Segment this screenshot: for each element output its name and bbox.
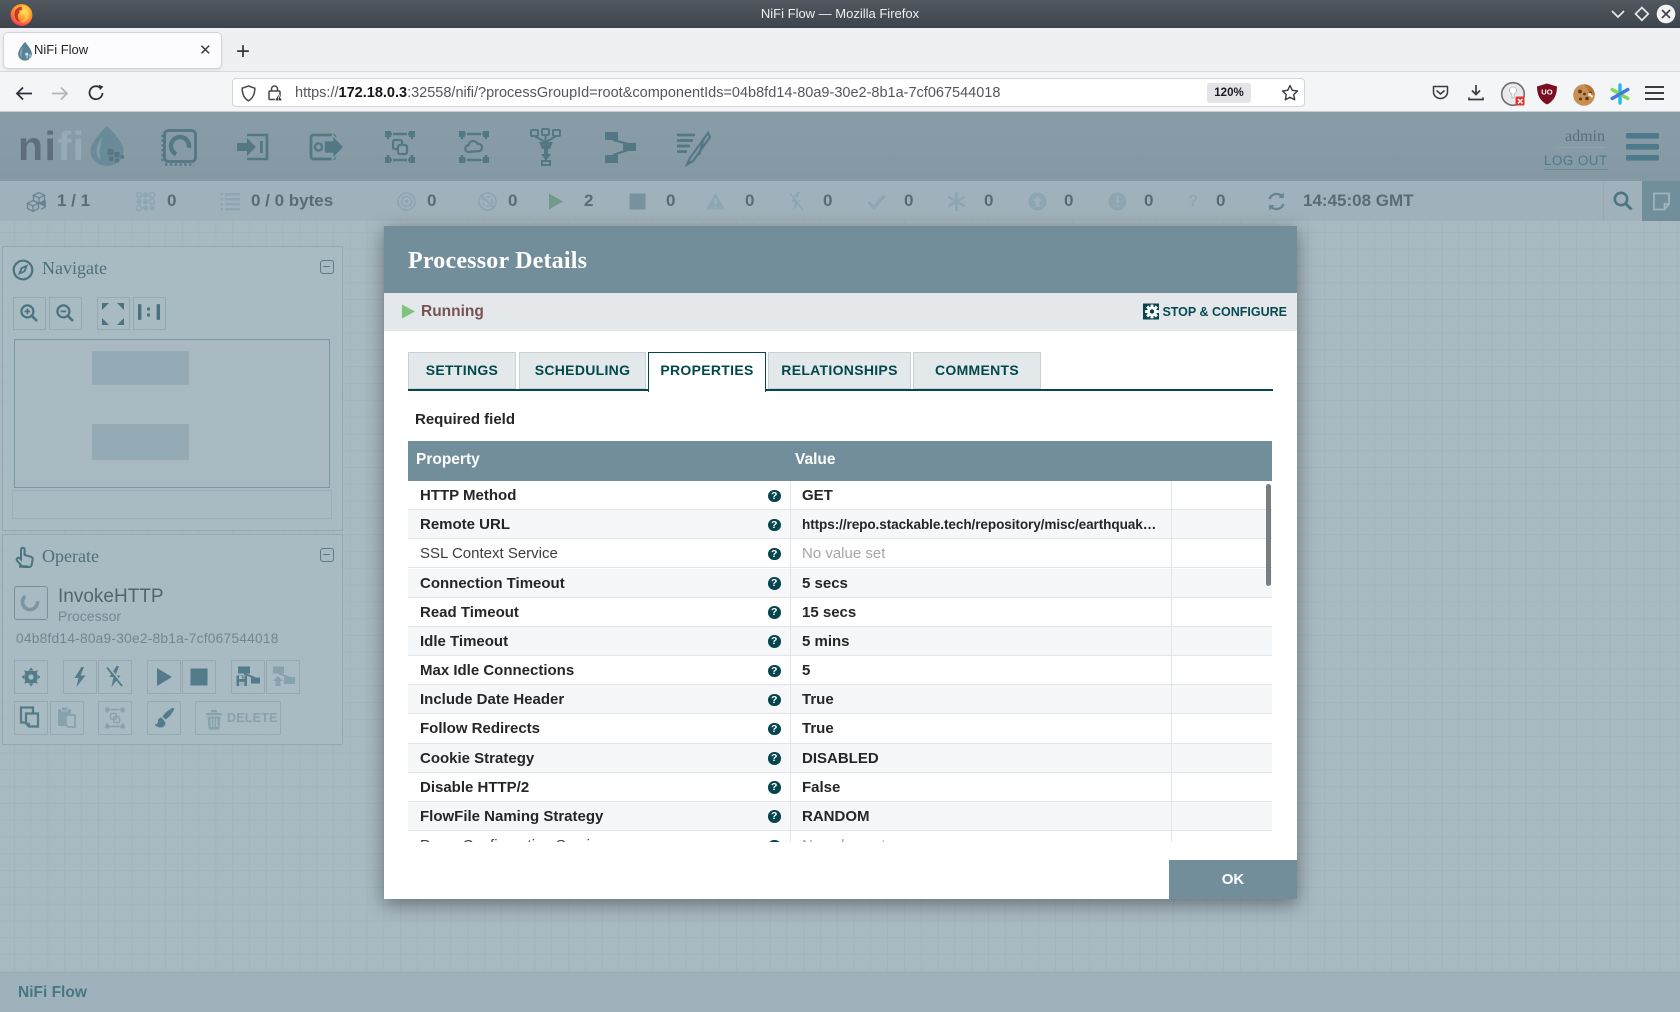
svg-text:UO: UO bbox=[1541, 88, 1552, 97]
